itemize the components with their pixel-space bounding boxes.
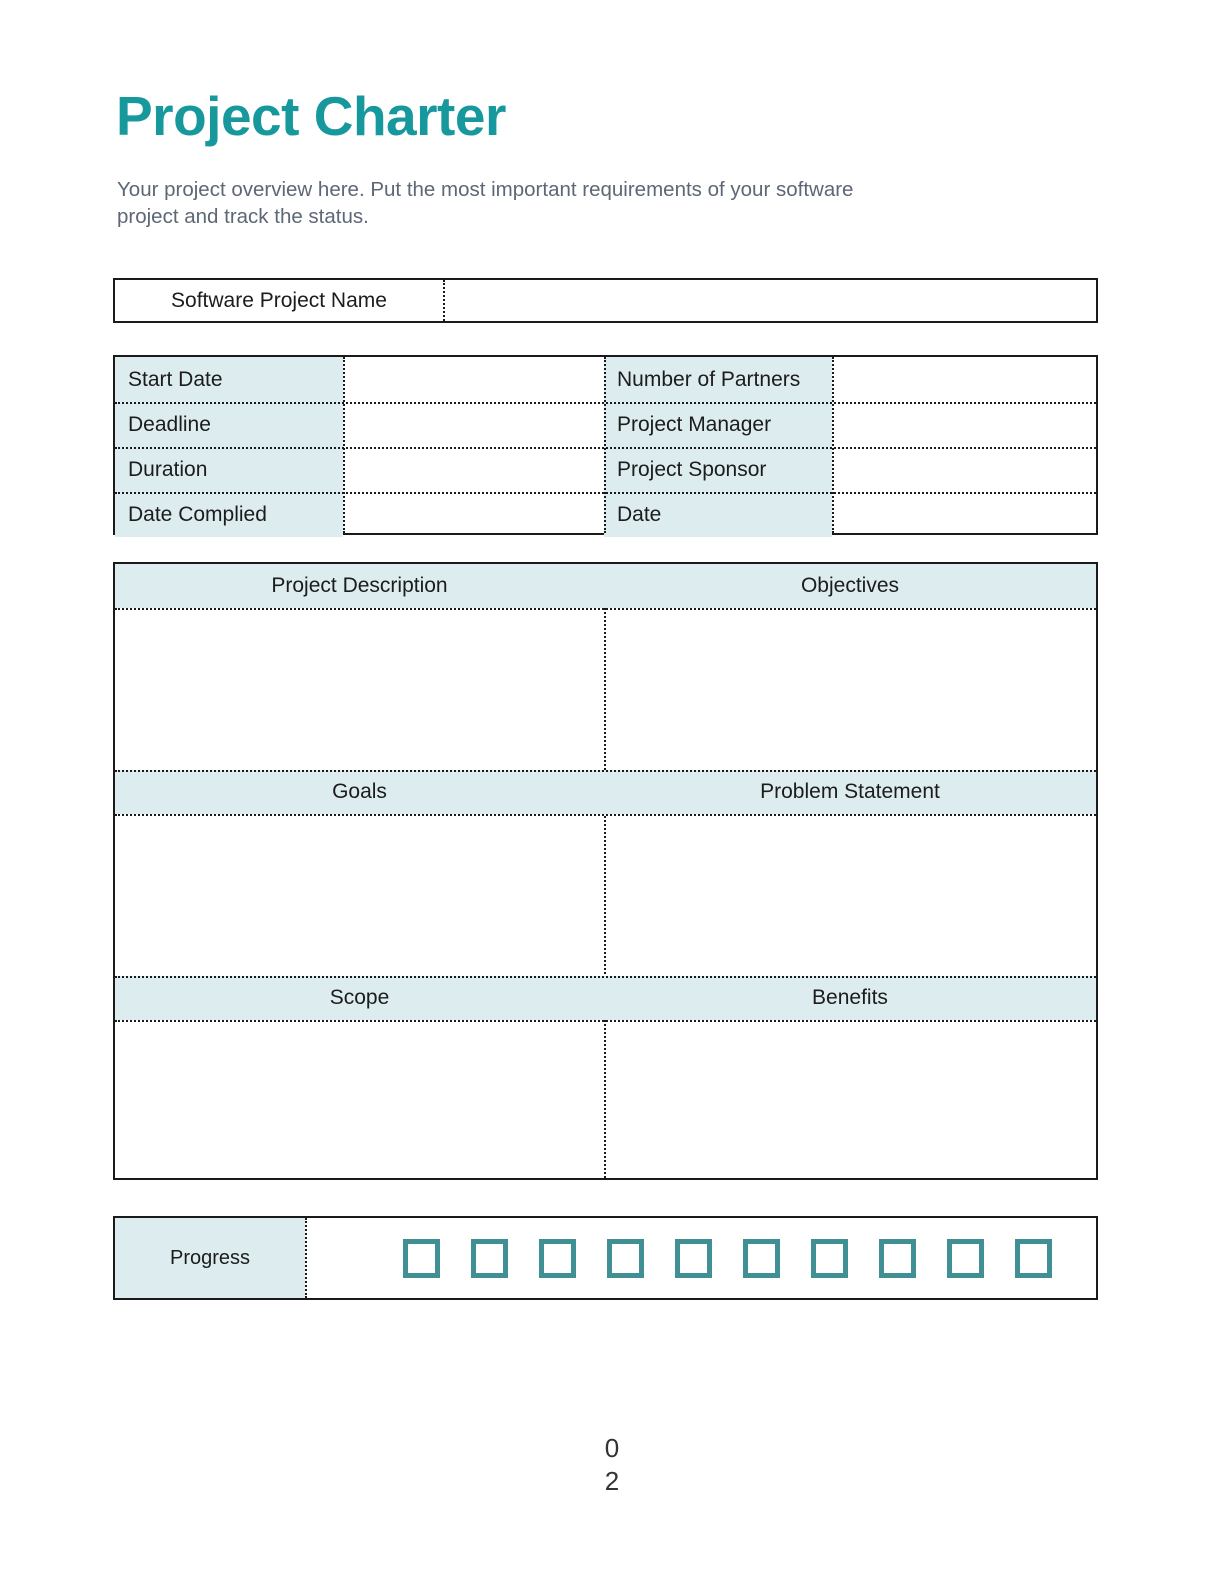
page-number: 0 2: [0, 1432, 1224, 1499]
section-input-problem-statement[interactable]: [604, 814, 1096, 976]
detail-input-project-manager[interactable]: [834, 402, 1096, 447]
progress-label: Progress: [169, 1246, 251, 1269]
section-header-project-description: Project Description: [271, 574, 448, 597]
detail-label-number-of-partners: Number of Partners: [617, 367, 801, 391]
section-input-project-description[interactable]: [115, 608, 604, 770]
project-name-input[interactable]: [445, 280, 1096, 321]
detail-label-duration: Duration: [128, 457, 208, 481]
progress-checkbox-10[interactable]: [1015, 1238, 1052, 1278]
section-input-objectives[interactable]: [604, 608, 1096, 770]
page-number-digit-0: 0: [604, 1433, 620, 1463]
progress-table: Progress: [113, 1216, 1098, 1300]
section-input-benefits[interactable]: [604, 1020, 1096, 1178]
section-header-problem-statement: Problem Statement: [760, 780, 940, 803]
section-header-benefits: Benefits: [812, 986, 888, 1009]
section-header-goals: Goals: [332, 780, 387, 803]
progress-checkbox-3[interactable]: [539, 1238, 576, 1278]
project-details-table: Start Date Deadline Duration Date Compli…: [113, 355, 1098, 537]
detail-label-date-complied: Date Complied: [128, 502, 267, 526]
section-header-objectives: Objectives: [800, 574, 900, 597]
detail-input-project-sponsor[interactable]: [834, 447, 1096, 492]
detail-label-deadline: Deadline: [128, 412, 211, 436]
section-input-goals[interactable]: [115, 814, 604, 976]
project-name-label: Software Project Name: [171, 288, 387, 312]
detail-input-date-complied[interactable]: [345, 492, 602, 537]
document-page: Project Charter Your project overview he…: [0, 0, 1224, 1584]
page-title: Project Charter: [116, 85, 506, 147]
progress-checkbox-4[interactable]: [607, 1238, 644, 1278]
progress-checkbox-6[interactable]: [743, 1238, 780, 1278]
detail-label-project-sponsor: Project Sponsor: [617, 457, 767, 481]
page-number-digit-1: 2: [604, 1466, 620, 1497]
progress-divider: [305, 1218, 307, 1298]
progress-checkbox-7[interactable]: [811, 1238, 848, 1278]
detail-input-duration[interactable]: [345, 447, 602, 492]
detail-label-date: Date: [617, 502, 662, 526]
progress-checkbox-row: [392, 1218, 1052, 1298]
progress-checkbox-8[interactable]: [879, 1238, 916, 1278]
progress-checkbox-5[interactable]: [675, 1238, 712, 1278]
detail-input-start-date[interactable]: [345, 357, 602, 402]
detail-label-start-date: Start Date: [128, 367, 223, 391]
content-sections-table: Project Description Objectives Goals Pro…: [113, 562, 1098, 1180]
progress-checkbox-9[interactable]: [947, 1238, 984, 1278]
progress-checkbox-1[interactable]: [403, 1238, 440, 1278]
progress-checkbox-2[interactable]: [471, 1238, 508, 1278]
detail-input-number-of-partners[interactable]: [834, 357, 1096, 402]
detail-input-deadline[interactable]: [345, 402, 602, 447]
section-header-scope: Scope: [329, 986, 390, 1009]
detail-input-date[interactable]: [834, 492, 1096, 537]
project-name-table: Software Project Name: [113, 278, 1098, 323]
detail-label-project-manager: Project Manager: [617, 412, 772, 436]
page-subtitle: Your project overview here. Put the most…: [117, 178, 854, 229]
section-input-scope[interactable]: [115, 1020, 604, 1178]
